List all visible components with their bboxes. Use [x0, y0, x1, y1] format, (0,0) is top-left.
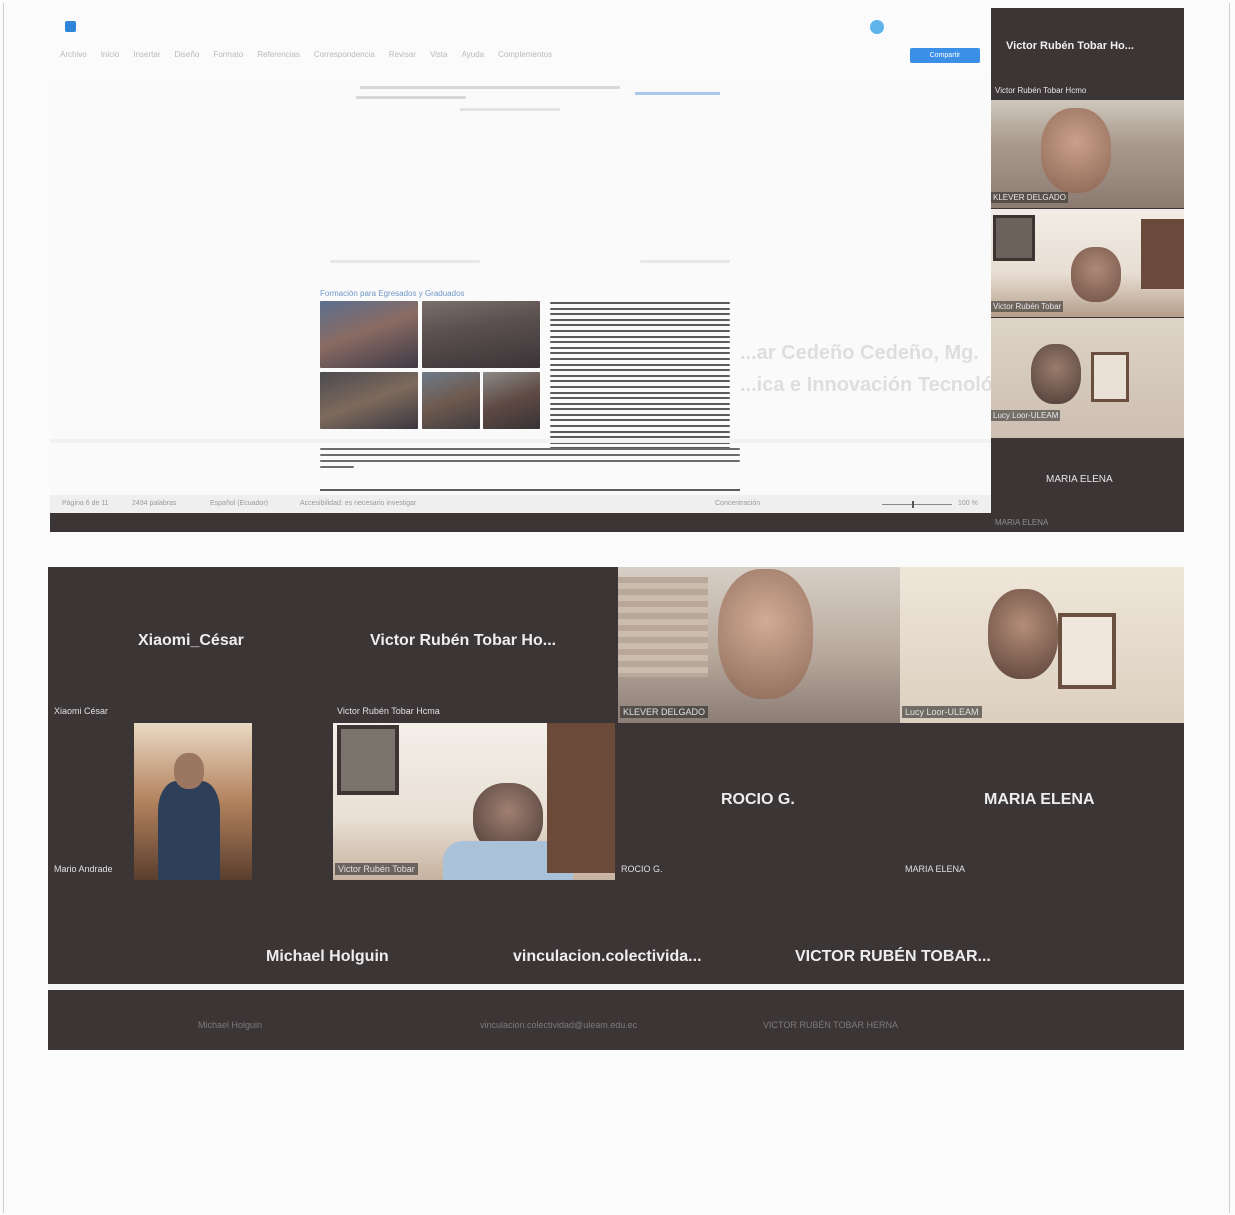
participant-face — [988, 589, 1058, 679]
tab-diseno[interactable]: Diseño — [175, 50, 200, 59]
tab-vista[interactable]: Vista — [430, 50, 448, 59]
participant-video-mario[interactable] — [134, 723, 252, 880]
window-blinds — [618, 577, 708, 677]
ribbon-menu-tabs: Archivo Inicio Insertar Diseño Formato R… — [60, 50, 552, 59]
event-photo — [483, 372, 540, 429]
active-speaker-name: Victor Rubén Tobar Ho... — [1006, 40, 1134, 52]
participant-label: vinculacion.colectividad@uleam.edu.ec — [480, 1020, 638, 1030]
wall-picture — [993, 215, 1035, 261]
event-photo — [422, 301, 540, 368]
tab-revisar[interactable]: Revisar — [389, 50, 416, 59]
doc-paragraph-bottom — [320, 448, 740, 472]
status-language[interactable]: Español (Ecuador) — [210, 500, 268, 507]
participant-label: MARIA ELENA — [995, 518, 1049, 527]
zoom-slider[interactable] — [882, 501, 952, 508]
participant-name-rocio: ROCIO G. — [721, 791, 795, 808]
doc-italic-line — [320, 489, 740, 491]
participant-face — [1041, 108, 1111, 193]
doc-text-line — [356, 96, 466, 99]
participant-name-victor: Victor Rubén Tobar Ho... — [370, 632, 557, 649]
wall-picture — [1058, 613, 1116, 689]
status-accessibility[interactable]: Accesibilidad: es necesario investigar — [300, 500, 416, 507]
status-page-count: Página 6 de 11 — [62, 500, 109, 507]
participant-label: KLEVER DELGADO — [620, 706, 709, 718]
wall-shelf — [547, 723, 615, 873]
tab-ayuda[interactable]: Ayuda — [462, 50, 485, 59]
participant-label: Victor Rubén Tobar Hcmo — [995, 86, 1087, 95]
participant-label: MARIA ELENA — [905, 864, 966, 874]
participant-name-xiaomi: Xiaomi_César — [138, 632, 244, 649]
wall-picture — [1091, 352, 1129, 402]
participant-label: Victor Rubén Tobar — [991, 301, 1064, 312]
participant-body — [158, 781, 220, 880]
tab-inicio[interactable]: Inicio — [101, 50, 120, 59]
participant-face — [174, 753, 204, 789]
participant-video-victor-2[interactable]: Victor Rubén Tobar — [333, 723, 615, 880]
participant-video-victor[interactable]: Victor Rubén Tobar — [991, 209, 1184, 317]
participant-label: KLEVER DELGADO — [991, 192, 1068, 203]
tab-referencias[interactable]: Referencias — [257, 50, 300, 59]
participant-label: VICTOR RUBÉN TOBAR HERNA — [763, 1020, 899, 1030]
doc-photo-collage — [320, 301, 540, 429]
participant-name-michael: Michael Holguin — [266, 948, 389, 965]
participant-name-victor-caps: VICTOR RUBÉN TOBAR... — [795, 948, 991, 965]
participant-video-lucy[interactable]: Lucy Loor-ULEAM — [900, 567, 1184, 723]
screenshot-fold-line — [50, 439, 991, 443]
participant-label: Mario Andrade — [54, 864, 113, 874]
user-avatar-icon[interactable] — [870, 20, 884, 34]
word-ribbon: Archivo Inicio Insertar Diseño Formato R… — [50, 8, 991, 78]
status-word-count: 2494 palabras — [132, 500, 177, 507]
page-watermark-text: ...ar Cedeño Cedeño, Mg. — [740, 342, 979, 364]
event-photo — [320, 301, 418, 368]
participant-label: Victor Rubén Tobar — [335, 863, 418, 875]
participant-face — [1071, 247, 1121, 302]
meeting-screenshot-shared-document: Archivo Inicio Insertar Diseño Formato R… — [50, 8, 1184, 532]
participant-name-vinculacion: vinculacion.colectivida... — [513, 948, 702, 965]
tab-formato[interactable]: Formato — [213, 50, 243, 59]
participant-name-maria: MARIA ELENA — [984, 791, 1095, 808]
tab-archivo[interactable]: Archivo — [60, 50, 87, 59]
participant-face — [1031, 344, 1081, 404]
word-app-icon — [65, 21, 76, 32]
participant-label: Lucy Loor-ULEAM — [902, 706, 982, 718]
participant-label: Victor Rubén Tobar Hcma — [337, 706, 440, 716]
gallery-bottom-labels-strip: Michael Holguin vinculacion.colectividad… — [48, 990, 1184, 1050]
doc-text-line — [360, 86, 620, 89]
wall-picture — [337, 725, 399, 795]
tab-complementos[interactable]: Complementos — [498, 50, 552, 59]
event-photo — [320, 372, 418, 429]
participant-video-klever[interactable]: KLEVER DELGADO — [618, 567, 900, 723]
meeting-gallery-view: Xiaomi_César Xiaomi César Victor Rubén T… — [48, 567, 1184, 984]
participant-label: Xiaomi César — [54, 706, 109, 716]
participant-label: Michael Holguin — [198, 1020, 263, 1030]
share-button[interactable]: Compartir — [910, 48, 980, 63]
status-focus-mode[interactable]: Concentración — [715, 500, 760, 507]
doc-text-line — [330, 260, 480, 263]
participant-label: Lucy Loor-ULEAM — [991, 410, 1061, 421]
participants-side-panel: Victor Rubén Tobar Ho... Victor Rubén To… — [991, 8, 1184, 532]
shared-document-window: Archivo Inicio Insertar Diseño Formato R… — [50, 8, 991, 513]
participant-video-klever[interactable]: KLEVER DELGADO — [991, 100, 1184, 208]
doc-text-line — [460, 108, 560, 111]
wall-shelf — [1141, 219, 1184, 289]
status-zoom-level[interactable]: 100 % — [958, 500, 978, 507]
participant-label: ROCIO G. — [621, 864, 663, 874]
word-status-bar: Página 6 de 11 2494 palabras Español (Ec… — [50, 495, 991, 513]
doc-paragraph-column — [550, 302, 730, 452]
participant-face — [718, 569, 813, 699]
tab-correspondencia[interactable]: Correspondencia — [314, 50, 375, 59]
doc-section-heading: Formación para Egresados y Graduados — [320, 289, 465, 298]
page-watermark-text: ...ica e Innovación Tecnológica — [740, 374, 991, 396]
tab-insertar[interactable]: Insertar — [133, 50, 160, 59]
participant-video-lucy[interactable]: Lucy Loor-ULEAM — [991, 318, 1184, 438]
event-photo — [422, 372, 480, 429]
doc-link-line — [635, 92, 720, 95]
doc-text-line — [640, 260, 730, 263]
participant-name-maria: MARIA ELENA — [1046, 474, 1113, 485]
